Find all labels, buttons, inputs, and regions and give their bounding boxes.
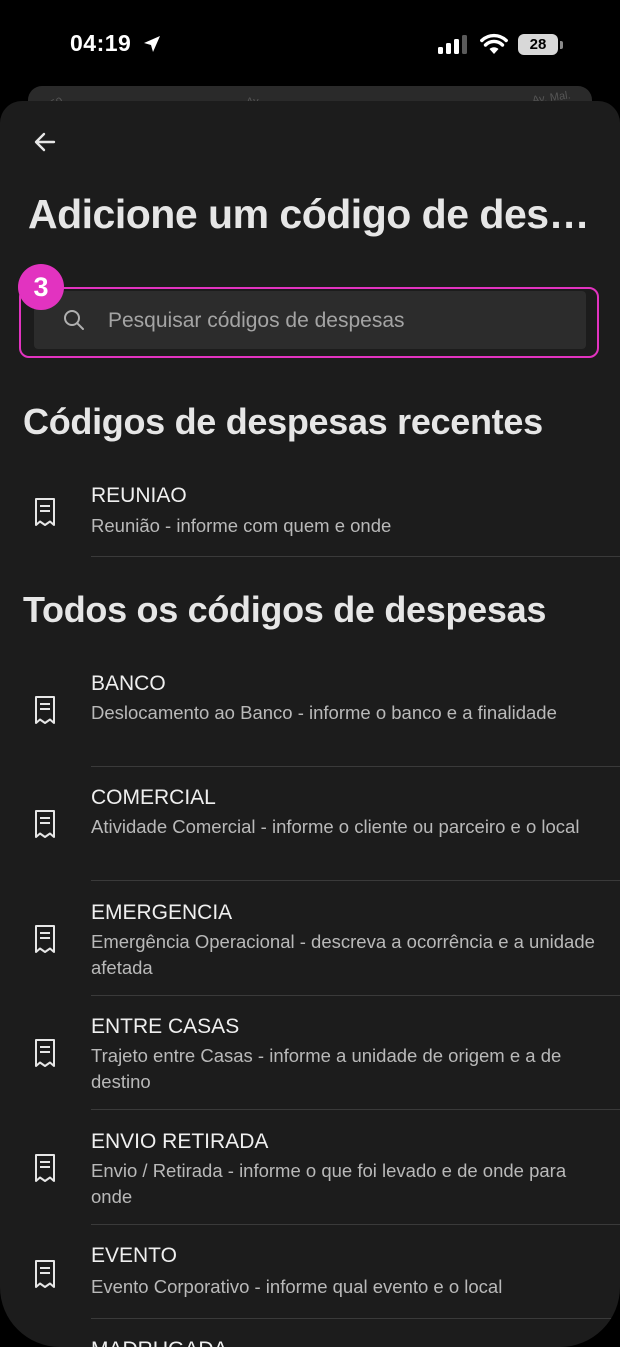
item-description: Evento Corporativo - informe qual evento… bbox=[91, 1276, 503, 1297]
receipt-icon bbox=[35, 498, 55, 526]
item-description: Deslocamento ao Banco - informe o banco … bbox=[91, 702, 557, 723]
status-time: 04:19 bbox=[70, 30, 132, 56]
item-name: EMERGENCIA bbox=[91, 901, 233, 924]
list-item-comercial[interactable]: COMERCIAL Atividade Comercial - informe … bbox=[0, 777, 620, 881]
recent-section-title: Códigos de despesas recentes bbox=[23, 401, 543, 442]
list-item-emergencia[interactable]: EMERGENCIA Emergência Operacional - desc… bbox=[0, 892, 620, 996]
divider bbox=[91, 1224, 620, 1225]
receipt-icon bbox=[35, 696, 55, 724]
battery-indicator: 28 bbox=[518, 34, 558, 55]
location-arrow-icon bbox=[144, 36, 160, 52]
search-input[interactable] bbox=[106, 291, 570, 351]
receipt-icon bbox=[35, 1154, 55, 1182]
list-item-reuniao[interactable]: REUNIAO Reunião - informe com quem e ond… bbox=[0, 473, 620, 557]
receipt-icon bbox=[35, 810, 55, 838]
list-item-entre-casas[interactable]: ENTRE CASAS Trajeto entre Casas - inform… bbox=[0, 1006, 620, 1110]
back-arrow-icon[interactable] bbox=[30, 127, 60, 157]
item-name: MADRUGADA bbox=[91, 1338, 228, 1347]
item-name: REUNIAO bbox=[91, 484, 187, 507]
search-field[interactable] bbox=[34, 291, 586, 351]
battery-tip bbox=[560, 41, 563, 49]
item-name: COMERCIAL bbox=[91, 786, 216, 809]
receipt-icon bbox=[35, 1039, 55, 1067]
list-item-evento[interactable]: EVENTO Evento Corporativo - informe qual… bbox=[0, 1235, 620, 1319]
item-description: Trajeto entre Casas - informe a unidade … bbox=[91, 1045, 562, 1092]
search-icon bbox=[64, 310, 84, 330]
page-title: Adicione um código de despesa bbox=[28, 191, 598, 237]
item-description: Envio / Retirada - informe o que foi lev… bbox=[91, 1160, 567, 1207]
expense-code-sheet: Adicione um código de despesa 3 Códigos … bbox=[0, 101, 620, 1347]
step-number-badge: 3 bbox=[18, 264, 64, 310]
receipt-icon bbox=[35, 925, 55, 953]
item-description: Reunião - informe com quem e onde bbox=[91, 515, 392, 536]
status-bar: 04:19 28 bbox=[0, 0, 620, 90]
all-section-title: Todos os códigos de despesas bbox=[23, 589, 547, 630]
divider bbox=[91, 766, 620, 767]
list-item-envio-retirada[interactable]: ENVIO RETIRADA Envio / Retirada - inform… bbox=[0, 1121, 620, 1225]
divider bbox=[91, 1318, 620, 1319]
item-name: ENVIO RETIRADA bbox=[91, 1130, 269, 1153]
item-name: EVENTO bbox=[91, 1244, 177, 1267]
divider bbox=[91, 880, 620, 881]
item-description: Atividade Comercial - informe o cliente … bbox=[91, 816, 580, 837]
item-description: Emergência Operacional - descreva a ocor… bbox=[91, 931, 595, 978]
divider bbox=[91, 1109, 620, 1110]
list-item-banco[interactable]: BANCO Deslocamento ao Banco - informe o … bbox=[0, 663, 620, 767]
wifi-icon bbox=[480, 33, 508, 54]
item-name: ENTRE CASAS bbox=[91, 1015, 240, 1038]
list-item-madrugada[interactable]: MADRUGADA bbox=[0, 1329, 620, 1347]
item-name: BANCO bbox=[91, 672, 166, 695]
divider bbox=[91, 995, 620, 996]
cellular-signal-icon bbox=[438, 35, 467, 54]
receipt-icon bbox=[35, 1260, 55, 1288]
divider bbox=[91, 556, 620, 557]
